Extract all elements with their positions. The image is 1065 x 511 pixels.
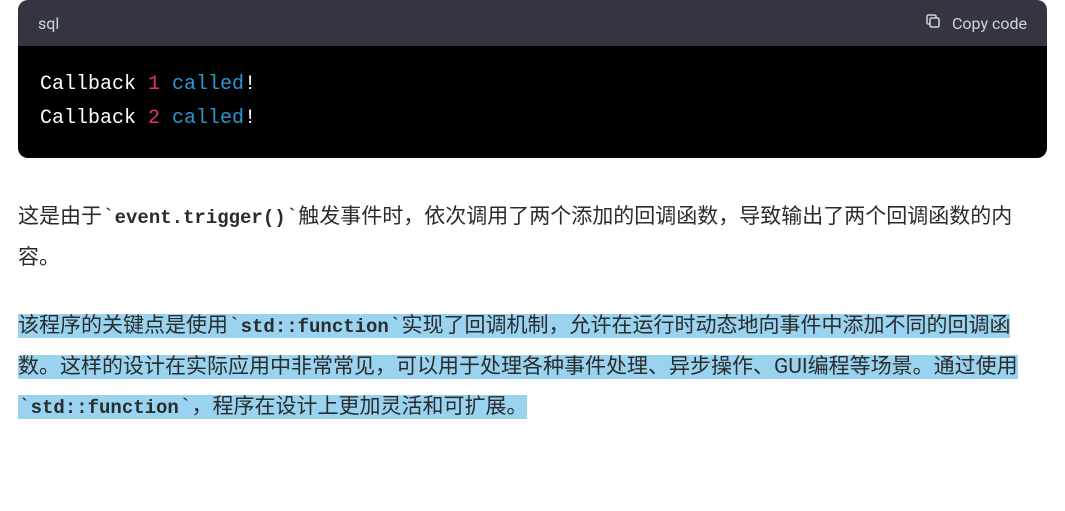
text-fragment: ，程序在设计上更加灵活和可扩展。: [191, 395, 527, 419]
code-body: Callback 1 called! Callback 2 called!: [18, 46, 1047, 158]
code-block: sql Copy code Callback 1 called! Callbac…: [18, 0, 1047, 158]
backtick: `: [18, 397, 31, 420]
backtick: `: [389, 316, 402, 339]
code-token-keyword: called: [160, 73, 244, 96]
code-language-label: sql: [38, 14, 59, 33]
inline-code: std::function: [31, 397, 179, 419]
code-token-keyword: called: [160, 107, 244, 130]
explanation-paragraph-1: 这是由于`event.trigger()`触发事件时，依次调用了两个添加的回调函…: [18, 198, 1047, 279]
code-token-text: Callback: [40, 73, 148, 96]
backtick: `: [286, 207, 299, 230]
code-token-number: 1: [148, 73, 160, 96]
copy-code-button[interactable]: Copy code: [924, 12, 1027, 34]
backtick: `: [179, 397, 192, 420]
backtick: `: [102, 207, 115, 230]
explanation-paragraph-2: 该程序的关键点是使用`std::function`实现了回调机制，允许在运行时动…: [18, 314, 1018, 419]
backtick: `: [228, 316, 241, 339]
content-container: sql Copy code Callback 1 called! Callbac…: [0, 0, 1065, 446]
code-token-text: !: [244, 73, 256, 96]
inline-code: event.trigger(): [115, 207, 286, 229]
code-line: Callback 2 called!: [40, 102, 1025, 136]
copy-code-label: Copy code: [952, 14, 1027, 33]
explanation-paragraph-2-wrapper: 该程序的关键点是使用`std::function`实现了回调机制，允许在运行时动…: [18, 307, 1047, 429]
code-header: sql Copy code: [18, 0, 1047, 46]
code-token-number: 2: [148, 107, 160, 130]
code-token-text: Callback: [40, 107, 148, 130]
text-fragment: 该程序的关键点是使用: [18, 314, 228, 338]
code-line: Callback 1 called!: [40, 68, 1025, 102]
code-token-text: !: [244, 107, 256, 130]
text-fragment: 这是由于: [18, 205, 102, 229]
inline-code: std::function: [241, 316, 389, 338]
clipboard-icon: [924, 12, 942, 34]
